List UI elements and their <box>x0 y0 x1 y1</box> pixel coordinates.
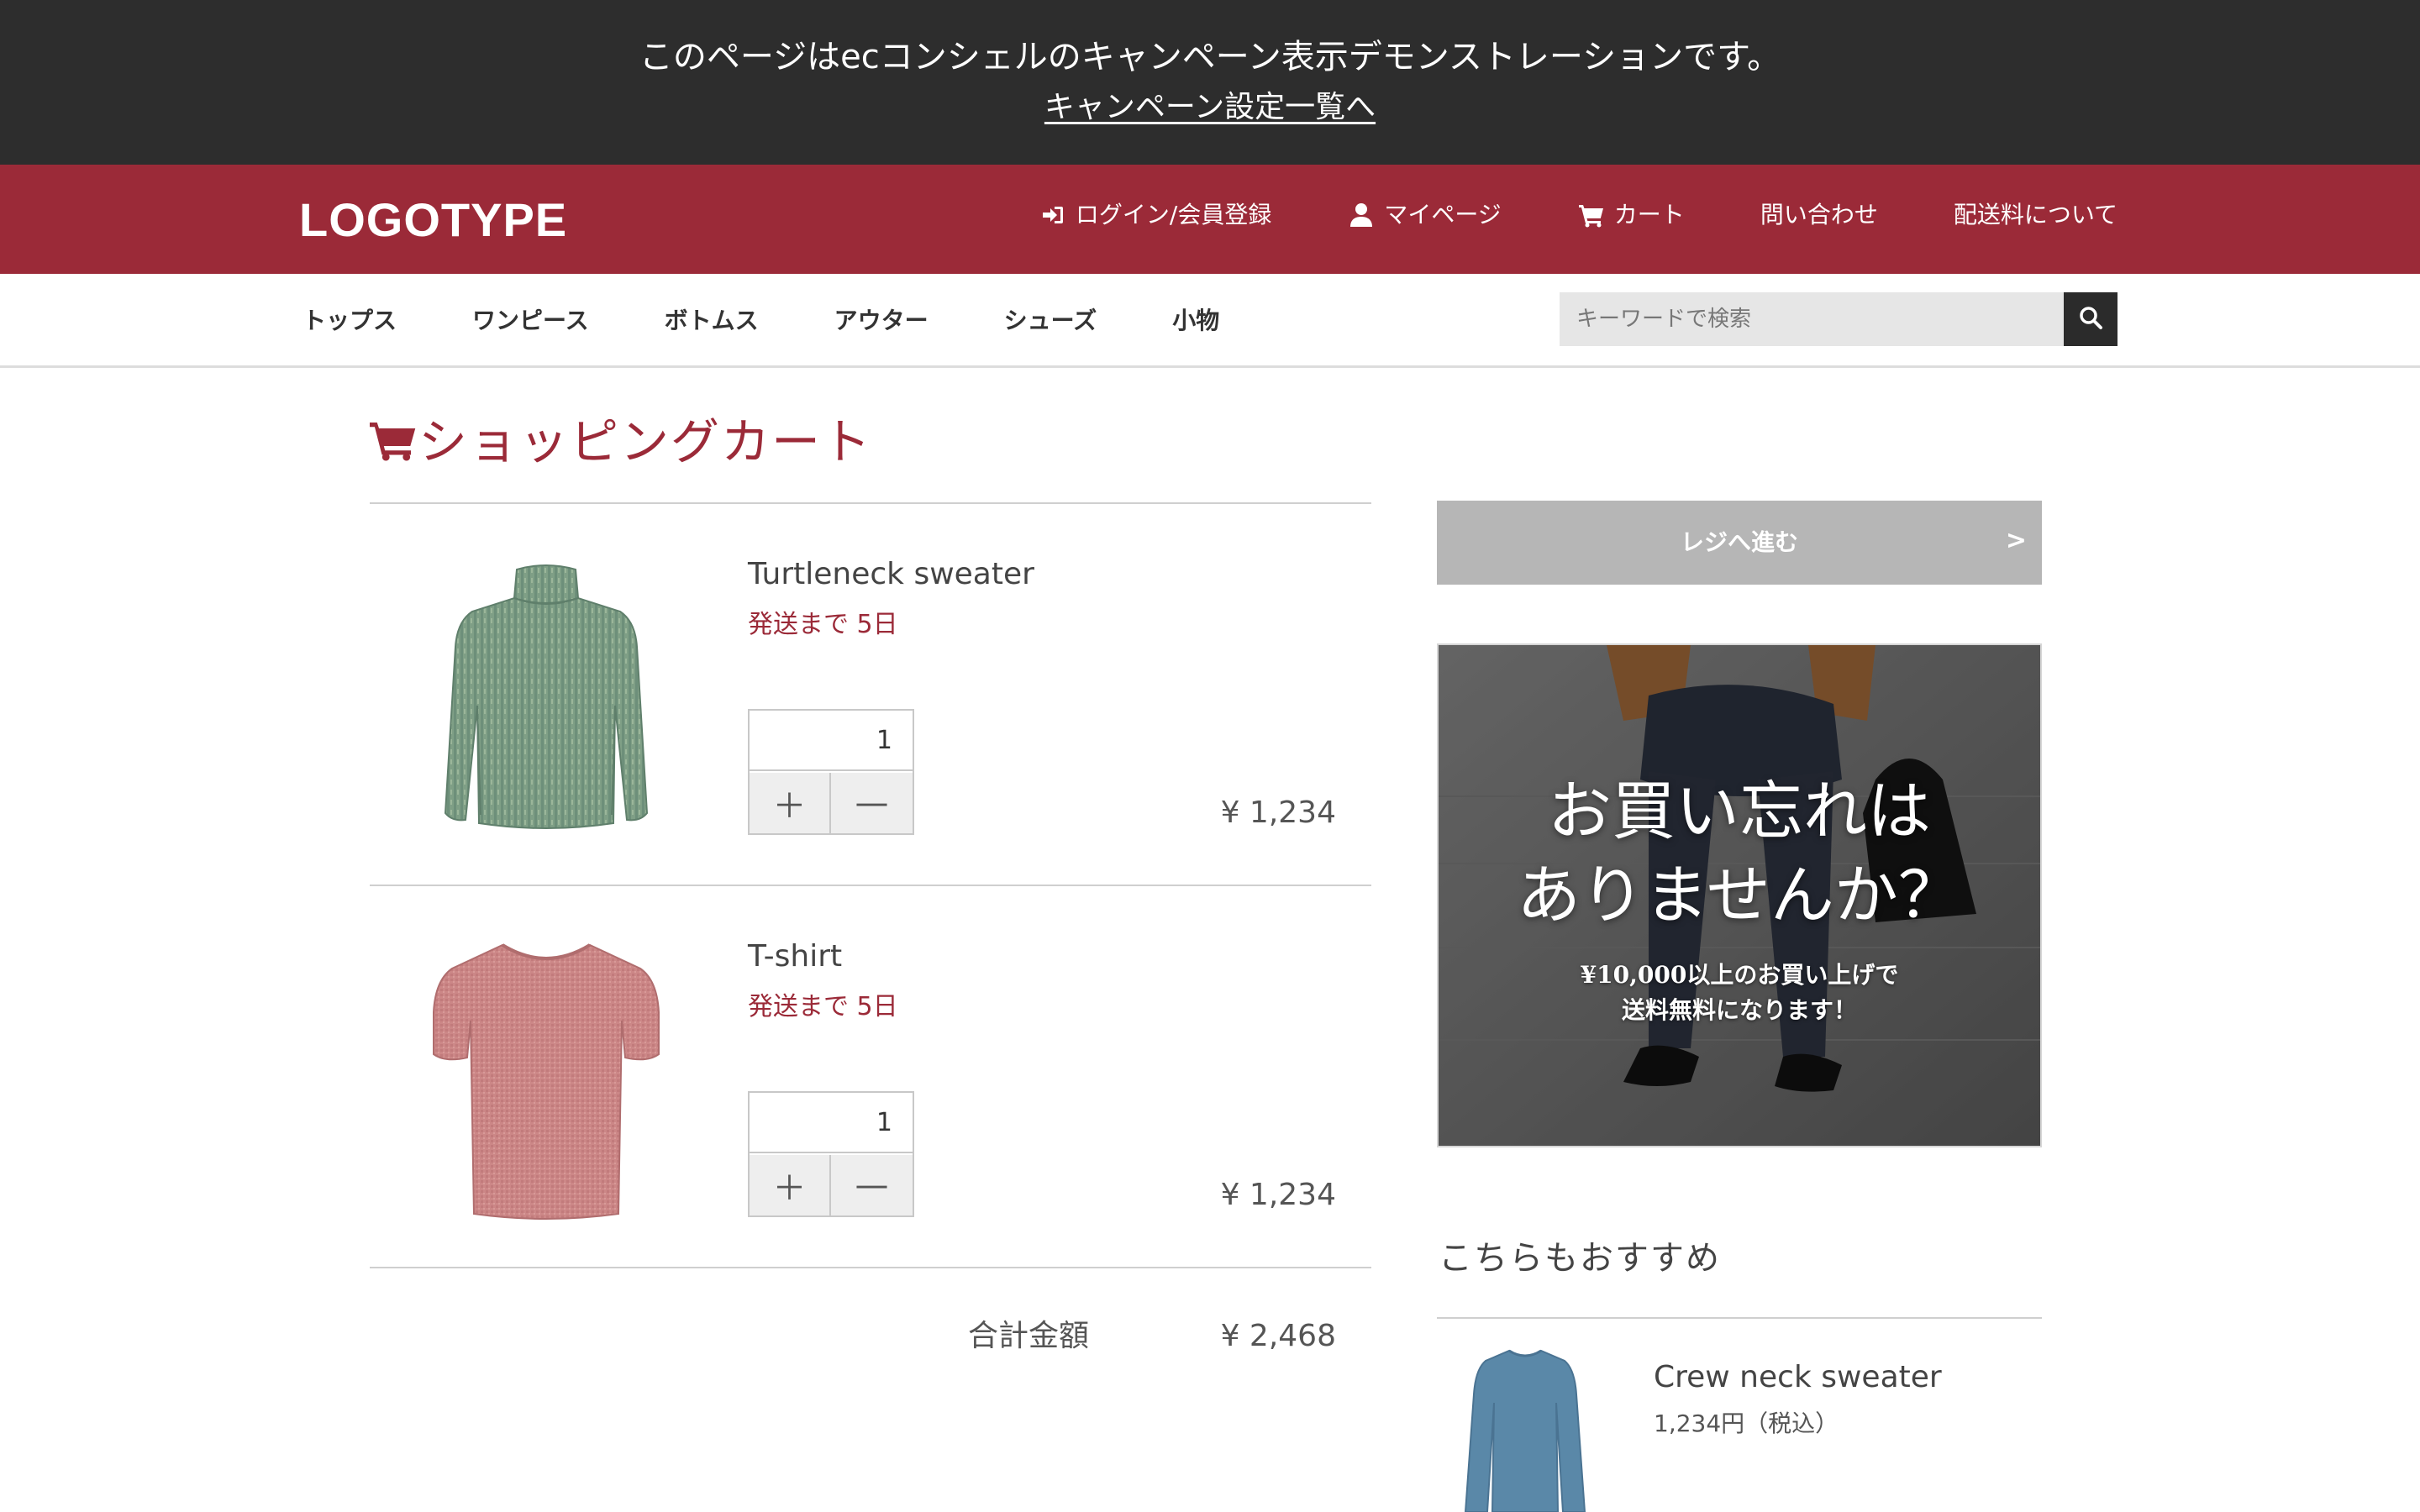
category-bar: トップス ワンピース ボトムス アウター シューズ 小物 <box>0 274 2420 368</box>
campaign-settings-link[interactable]: キャンペーン設定一覧へ <box>1044 90 1376 124</box>
product-name[interactable]: Turtleneck sweater <box>748 554 1034 595</box>
shipping-days: 発送まで 5日 <box>748 610 898 639</box>
search-button[interactable] <box>2064 292 2118 346</box>
cart-label: カート <box>1613 201 1685 228</box>
chevron-right-icon: > <box>2005 526 2027 555</box>
login-register-link[interactable]: ログイン/会員登録 <box>1039 198 1271 232</box>
search-input[interactable] <box>1560 292 2064 346</box>
item-price: ¥ 1,234 <box>1220 795 1336 830</box>
login-register-label: ログイン/会員登録 <box>1075 201 1272 228</box>
search-icon <box>2078 305 2103 333</box>
sign-in-icon <box>1039 201 1067 229</box>
header-nav: ログイン/会員登録 マイページ カート 問い合わせ 配送料について <box>1039 198 2118 232</box>
product-image-tshirt[interactable] <box>420 928 672 1231</box>
divider <box>370 1267 1371 1268</box>
banner-headline: ありませんか？ <box>1517 858 1962 932</box>
cart-icon <box>1577 201 1606 229</box>
logo[interactable]: LOGOTYPE <box>299 193 567 247</box>
category-onepiece[interactable]: ワンピース <box>472 302 589 339</box>
cart-item: Turtleneck sweater 発送まで 5日 1 ＋ — ¥ 1,234 <box>370 504 1371 884</box>
user-icon <box>1347 201 1376 229</box>
item-price: ¥ 1,234 <box>1220 1178 1336 1212</box>
checkout-label: レジへ進む <box>1680 528 1798 556</box>
quantity-stepper: 1 ＋ — <box>748 709 914 835</box>
mypage-label: マイページ <box>1384 201 1502 228</box>
site-header: LOGOTYPE ログイン/会員登録 マイページ カート 問い合わせ 配送料につ… <box>0 165 2420 274</box>
category-accessories[interactable]: 小物 <box>1172 302 1219 339</box>
mypage-link[interactable]: マイページ <box>1347 198 1502 232</box>
banner-subtext: 送料無料になります！ <box>1621 996 1857 1024</box>
recommend-heading: こちらもおすすめ <box>1439 1239 1721 1278</box>
banner-headline: お買い忘れは <box>1548 774 1931 848</box>
cart-item: T-shirt 発送まで 5日 1 ＋ — ¥ 1,234 <box>370 886 1371 1266</box>
quantity-stepper: 1 ＋ — <box>748 1091 914 1217</box>
recommend-product-name[interactable]: Crew neck sweater <box>1654 1357 1942 1398</box>
demo-banner: このページはecコンシェルのキャンペーン表示デモンストレーションです。 キャンペ… <box>0 0 2420 165</box>
quantity-field[interactable]: 1 <box>750 1093 913 1153</box>
category-outer[interactable]: アウター <box>834 302 929 339</box>
category-tops[interactable]: トップス <box>302 302 397 339</box>
demo-banner-text: このページはecコンシェルのキャンペーン表示デモンストレーションです。 <box>639 38 1781 76</box>
campaign-banner[interactable]: お買い忘れは ありませんか？ ¥10,000以上のお買い上げで 送料無料になりま… <box>1437 643 2042 1147</box>
shipping-info-link[interactable]: 配送料について <box>1954 198 2118 232</box>
product-image-crew-neck[interactable] <box>1462 1344 1588 1512</box>
cart-title-icon <box>370 419 417 465</box>
banner-subtext: ¥10,000以上のお買い上げで <box>1580 961 1899 989</box>
quantity-increase-button[interactable]: ＋ <box>750 773 831 833</box>
category-nav: トップス ワンピース ボトムス アウター シューズ 小物 <box>302 302 1295 339</box>
quantity-increase-button[interactable]: ＋ <box>750 1155 831 1215</box>
page-title: ショッピングカート <box>370 412 872 472</box>
page-title-text: ショッピングカート <box>418 413 873 470</box>
cart-link[interactable]: カート <box>1577 198 1685 232</box>
total-value: ¥ 2,468 <box>1220 1319 1336 1353</box>
checkout-button[interactable]: レジへ進む > <box>1437 501 2042 585</box>
recommend-product-price: 1,234円（税込） <box>1654 1410 1839 1437</box>
contact-link[interactable]: 問い合わせ <box>1760 198 1878 232</box>
divider <box>1437 1317 2042 1319</box>
category-bottoms[interactable]: ボトムス <box>665 302 759 339</box>
quantity-decrease-button[interactable]: — <box>831 1155 913 1215</box>
quantity-decrease-button[interactable]: — <box>831 773 913 833</box>
total-label: 合計金額 <box>968 1319 1090 1353</box>
search-form <box>1560 292 2118 346</box>
category-shoes[interactable]: シューズ <box>1004 302 1097 339</box>
shipping-days: 発送まで 5日 <box>748 992 898 1021</box>
quantity-field[interactable]: 1 <box>750 711 913 771</box>
product-image-turtleneck[interactable] <box>420 546 672 848</box>
product-name[interactable]: T-shirt <box>748 937 842 977</box>
